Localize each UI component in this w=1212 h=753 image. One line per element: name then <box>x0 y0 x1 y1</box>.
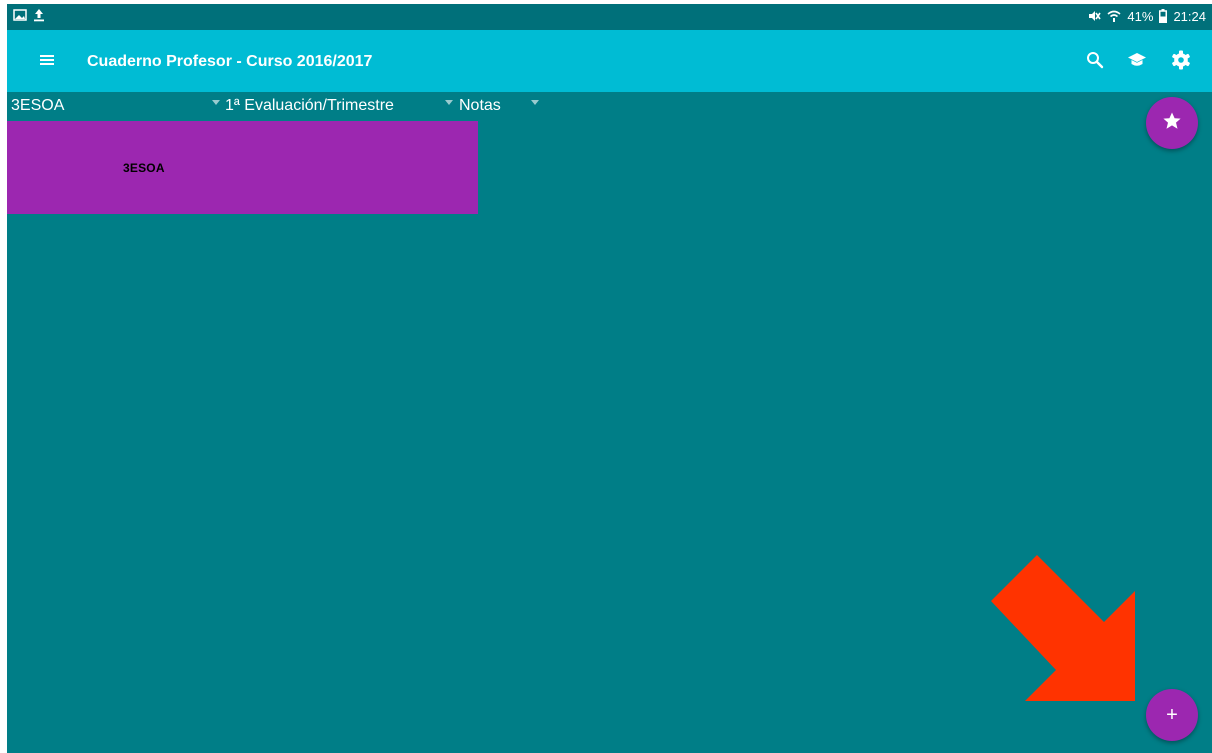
star-icon <box>1162 111 1182 136</box>
view-selector[interactable]: Notas <box>459 96 501 116</box>
group-card-label: 3ESOA <box>123 161 165 175</box>
battery-icon <box>1159 8 1168 26</box>
evaluation-dropdown-caret-icon[interactable] <box>445 100 453 105</box>
group-card[interactable]: 3ESOA <box>7 121 478 214</box>
app-title: Cuaderno Profesor - Curso 2016/2017 <box>87 53 373 70</box>
status-bar: 41% 21:24 <box>7 4 1212 30</box>
courses-button[interactable] <box>1123 48 1151 76</box>
hamburger-menu-icon <box>40 53 54 71</box>
app-bar: Cuaderno Profesor - Curso 2016/2017 <box>7 30 1212 92</box>
search-button[interactable] <box>1081 48 1109 76</box>
filter-row: 3ESOA 1ª Evaluación/Trimestre Notas <box>7 92 1212 120</box>
add-fab-label: + <box>1166 703 1178 726</box>
status-left <box>13 8 45 25</box>
search-icon <box>1086 51 1104 74</box>
wifi-icon <box>1107 9 1121 26</box>
group-selector[interactable]: 3ESOA <box>11 96 64 116</box>
gear-icon <box>1171 50 1191 75</box>
evaluation-selector[interactable]: 1ª Evaluación/Trimestre <box>225 96 394 116</box>
arrow-annotation-icon <box>991 555 1135 701</box>
image-icon <box>13 9 27 24</box>
graduation-cap-icon <box>1127 52 1147 73</box>
clock: 21:24 <box>1173 9 1206 24</box>
view-dropdown-caret-icon[interactable] <box>531 100 539 105</box>
app-screen: 41% 21:24 Cuaderno Profesor - Curso 2016… <box>7 4 1212 753</box>
mute-icon <box>1087 9 1102 26</box>
status-right: 41% 21:24 <box>1087 8 1206 26</box>
favorites-fab-button[interactable] <box>1146 97 1198 149</box>
battery-percent: 41% <box>1127 9 1154 24</box>
add-fab-button[interactable]: + <box>1146 689 1198 741</box>
settings-button[interactable] <box>1167 48 1195 76</box>
upload-icon <box>33 8 45 25</box>
menu-button[interactable] <box>35 50 59 74</box>
group-dropdown-caret-icon[interactable] <box>212 100 220 105</box>
